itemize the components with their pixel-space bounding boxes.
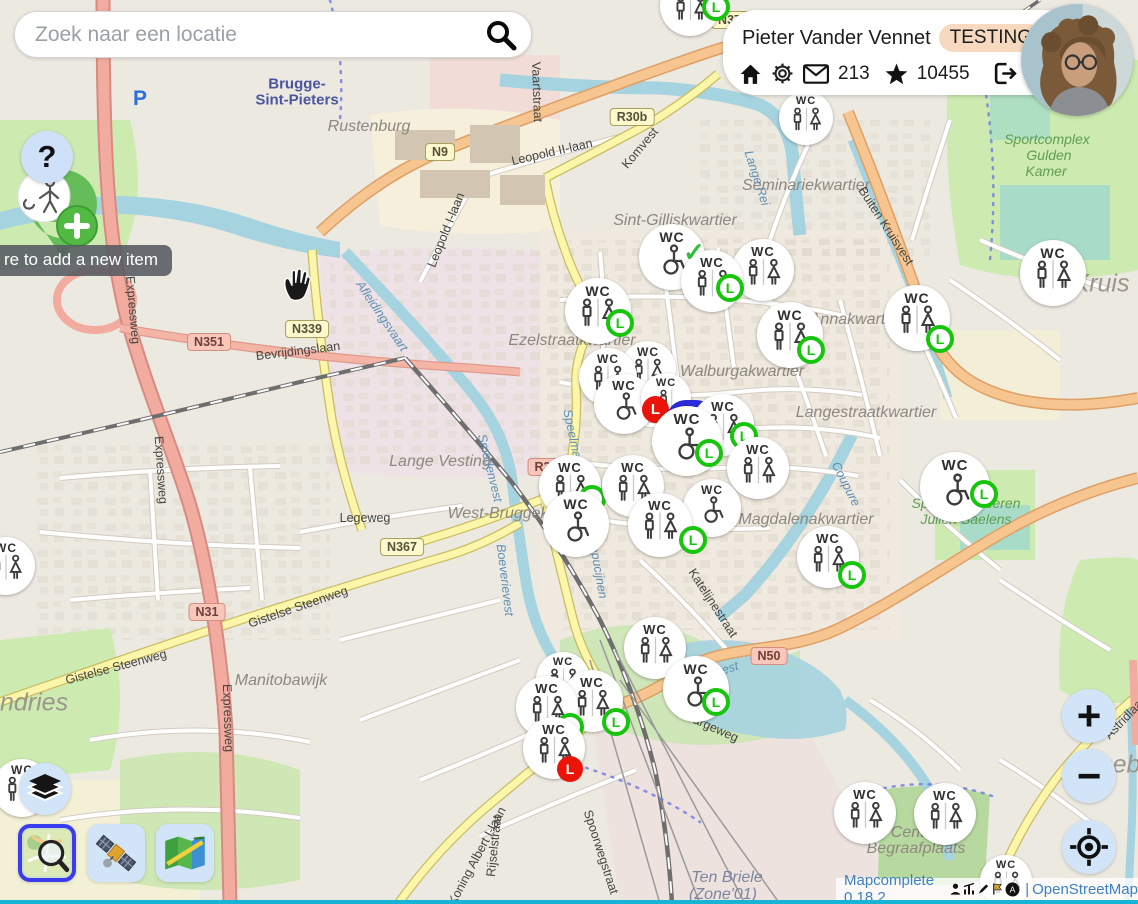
edit-icon[interactable] [977, 882, 990, 896]
logout-icon[interactable] [993, 62, 1018, 85]
open-clock-badge: L [679, 526, 707, 554]
map-markers-layer: WC WC LWC ✓WC WC LWC [0, 0, 1138, 904]
changesets-count: 10455 [917, 63, 970, 85]
wc-marker[interactable]: WC [779, 91, 833, 145]
zoom-out-button[interactable]: − [1062, 749, 1116, 803]
user-name: Pieter Vander Vennet [742, 27, 931, 50]
open-clock-badge: L [716, 274, 744, 302]
osm-copyright-link[interactable]: OpenStreetMap [1032, 881, 1138, 898]
layers-icon [27, 774, 63, 804]
hand-cursor-icon [280, 266, 314, 307]
layers-button[interactable] [19, 763, 71, 815]
search-bar [14, 11, 532, 58]
home-icon[interactable] [739, 63, 762, 85]
folded-map-icon [163, 834, 207, 872]
open-clock-badge: L [702, 0, 730, 21]
wc-marker[interactable]: WC [543, 491, 609, 557]
wc-marker[interactable]: WC [834, 782, 896, 844]
statistics-icon[interactable] [963, 882, 976, 896]
open-clock-badge: L [970, 480, 998, 508]
messages-icon[interactable] [803, 64, 829, 84]
background-option-osm-map[interactable] [156, 824, 214, 882]
search-icon[interactable] [485, 19, 517, 51]
wc-marker[interactable]: WC [914, 783, 976, 845]
search-input[interactable] [15, 23, 485, 47]
open-clock-badge: L [695, 439, 723, 467]
background-option-satellite[interactable] [87, 824, 145, 882]
attribution-bar: Mapcomplete 0.18.2 A | OpenStreetMap [836, 878, 1138, 900]
wc-marker[interactable]: WC [1020, 240, 1086, 306]
crosshair-icon [1068, 826, 1110, 868]
open-clock-badge: L [602, 708, 630, 736]
open-clock-badge: L [926, 325, 954, 353]
license-icon[interactable]: A [1005, 882, 1020, 897]
svg-text:A: A [1010, 884, 1016, 894]
mapcomplete-app: Brugge-Sint-PietersPRustenburgVaartstraa… [0, 0, 1138, 904]
gear-icon[interactable] [771, 62, 794, 85]
flag-icon[interactable] [991, 882, 1004, 896]
wc-marker[interactable]: WC [727, 437, 789, 499]
geolocate-button[interactable] [1062, 820, 1116, 874]
open-clock-badge: L [838, 561, 866, 589]
open-clock-badge: L [606, 309, 634, 337]
help-button[interactable]: ? [21, 131, 73, 183]
wc-marker[interactable]: WC [0, 537, 35, 595]
star-icon[interactable] [885, 63, 908, 85]
open-clock-badge: L [702, 688, 730, 716]
add-item-tooltip: re to add a new item [0, 245, 172, 276]
map-magnifier-icon [24, 830, 70, 876]
closed-clock-badge: L [557, 756, 583, 782]
bottom-accent-strip [0, 900, 1138, 904]
avatar[interactable] [1021, 4, 1133, 116]
attribution-divider: | [1025, 881, 1029, 898]
background-chooser [18, 824, 214, 882]
messages-count: 213 [838, 63, 870, 85]
zoom-in-button[interactable]: + [1062, 689, 1116, 743]
satellite-icon [94, 831, 138, 875]
background-option-carto[interactable] [18, 824, 76, 882]
contributor-icon[interactable] [949, 882, 962, 896]
open-clock-badge: L [797, 336, 825, 364]
attribution-icons[interactable]: A [949, 882, 1020, 897]
